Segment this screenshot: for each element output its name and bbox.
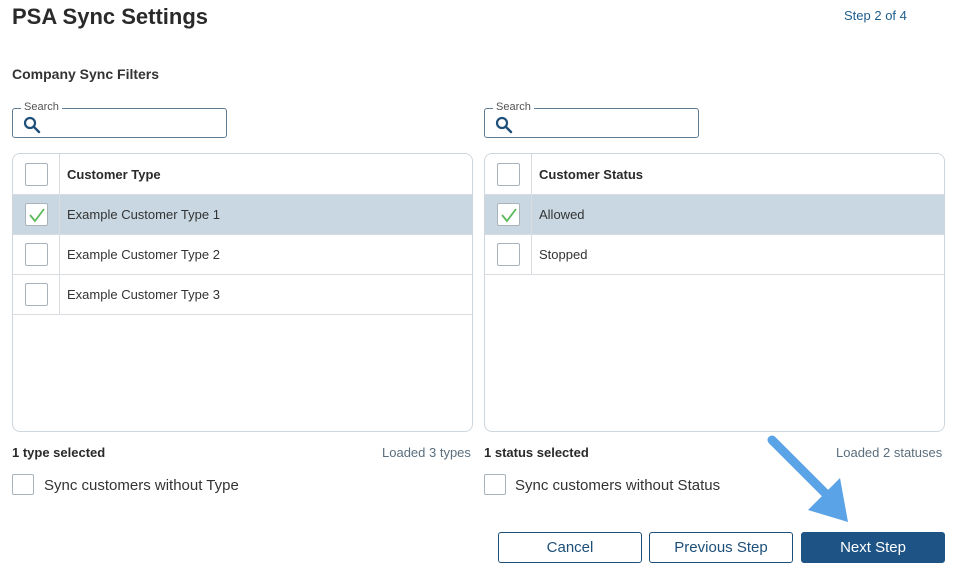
select-all-statuses-checkbox[interactable]: [496, 162, 520, 186]
row-checkbox-cell: [13, 235, 60, 274]
type-selection-summary: 1 type selected: [12, 445, 106, 460]
sync-without-type-label: Sync customers without Type: [44, 477, 239, 494]
pointer-arrow-icon: [767, 435, 848, 522]
status-selection-summary: 1 status selected: [484, 445, 589, 460]
status-search-input[interactable]: [519, 113, 689, 133]
customer-type-table: Customer Type Example Customer Type 1 Ex…: [12, 153, 473, 432]
column-header-customer-status: Customer Status: [539, 166, 644, 182]
table-row[interactable]: Example Customer Type 3: [13, 275, 472, 315]
type-search-field[interactable]: Search: [12, 101, 227, 138]
step-indicator: Step 2 of 4: [844, 8, 907, 23]
row-checkbox-cell: [13, 195, 60, 234]
section-title: Company Sync Filters: [12, 66, 160, 82]
row-label: Example Customer Type 1: [67, 207, 220, 222]
row-checkbox-cell: [485, 235, 532, 274]
previous-step-button[interactable]: Previous Step: [649, 532, 793, 563]
table-row[interactable]: Allowed: [485, 195, 944, 235]
row-checkbox[interactable]: [24, 243, 48, 266]
select-all-cell: [13, 154, 60, 194]
page-title: PSA Sync Settings: [12, 4, 209, 29]
table-header-row: Customer Type: [13, 154, 472, 195]
row-checkbox[interactable]: [496, 243, 520, 266]
row-checkbox-cell: [485, 195, 532, 234]
cancel-button[interactable]: Cancel: [498, 532, 642, 563]
row-checkbox[interactable]: [24, 203, 48, 226]
row-checkbox[interactable]: [496, 203, 520, 226]
type-search-input[interactable]: [47, 113, 217, 133]
column-header-customer-type: Customer Type: [67, 166, 161, 182]
table-header-row: Customer Status: [485, 154, 944, 195]
next-step-button[interactable]: Next Step: [801, 532, 945, 563]
row-checkbox[interactable]: [24, 283, 48, 306]
select-all-types-checkbox[interactable]: [24, 162, 48, 186]
status-search-legend: Search: [493, 101, 534, 113]
sync-without-status-checkbox[interactable]: [484, 474, 506, 495]
select-all-cell: [485, 154, 532, 194]
checkmark-icon: [28, 208, 45, 223]
status-search-field[interactable]: Search: [484, 101, 699, 138]
table-row[interactable]: Stopped: [485, 235, 944, 275]
search-icon: [495, 116, 513, 134]
row-checkbox-cell: [13, 275, 60, 314]
search-icon: [23, 116, 41, 134]
row-label: Stopped: [539, 247, 588, 262]
sync-without-type-checkbox[interactable]: [12, 474, 34, 495]
table-row[interactable]: Example Customer Type 2: [13, 235, 472, 275]
row-label: Allowed: [539, 207, 585, 222]
type-search-legend: Search: [21, 101, 62, 113]
row-label: Example Customer Type 2: [67, 247, 220, 262]
checkmark-icon: [500, 208, 517, 223]
type-loaded-count: Loaded 3 types: [382, 445, 471, 460]
sync-without-status-label: Sync customers without Status: [515, 477, 721, 494]
row-label: Example Customer Type 3: [67, 287, 220, 302]
customer-status-table: Customer Status Allowed Stopped: [484, 153, 945, 432]
table-row[interactable]: Example Customer Type 1: [13, 195, 472, 235]
